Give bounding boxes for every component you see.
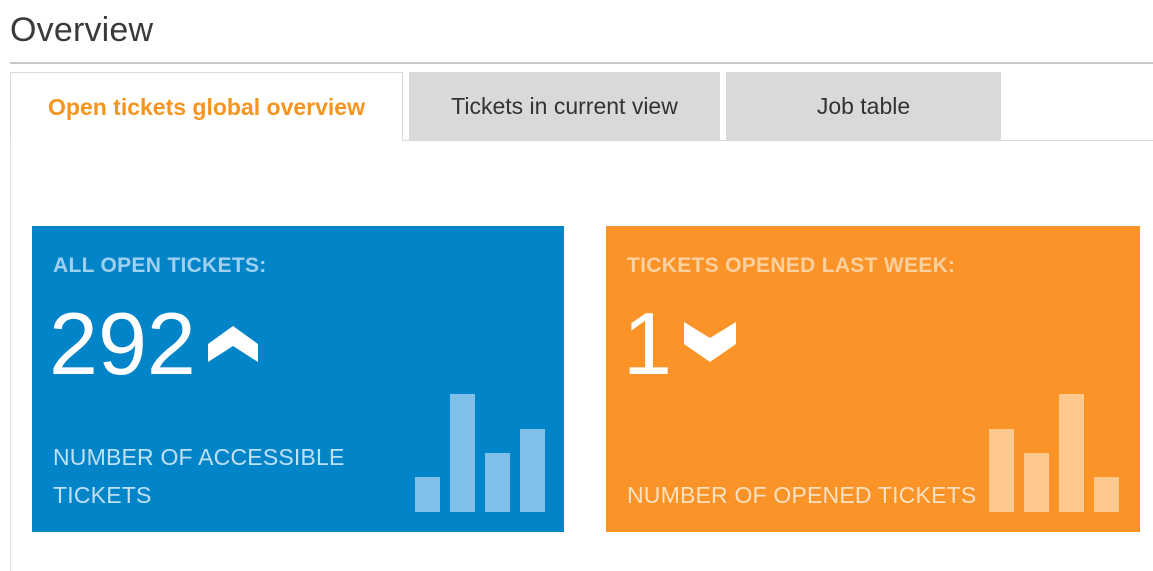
tab-open-tickets-global-overview[interactable]: Open tickets global overview [10, 72, 403, 141]
sparkline-bar [520, 429, 545, 512]
card-value: 1 [623, 294, 672, 393]
sparkline-bars [415, 394, 545, 512]
card-footer: NUMBER OF OPENED TICKETS [627, 482, 977, 508]
all-open-tickets-card[interactable]: ALL OPEN TICKETS: 292 NUMBER OF ACCESSIB… [32, 226, 564, 532]
sparkline-bar [1059, 394, 1084, 512]
chevron-down-icon [683, 321, 736, 367]
card-footer: NUMBER OF ACCESSIBLE TICKETS [53, 444, 345, 508]
title-divider [10, 62, 1153, 64]
card-heading: ALL OPEN TICKETS: [53, 254, 267, 277]
sparkline-bar [485, 453, 510, 512]
sparkline-bar [415, 477, 440, 512]
sparkline-bar [450, 394, 475, 512]
tab-bar: Open tickets global overview Tickets in … [10, 72, 1153, 141]
sparkline-bars [989, 394, 1119, 512]
sparkline-bar [1094, 477, 1119, 512]
sparkline-bar [989, 429, 1014, 512]
card-value-row: 1 [623, 296, 736, 392]
card-value-row: 292 [49, 296, 258, 392]
panel-border [10, 140, 11, 571]
card-value: 292 [49, 294, 196, 393]
tickets-opened-last-week-card[interactable]: TICKETS OPENED LAST WEEK: 1 NUMBER OF OP… [606, 226, 1140, 532]
sparkline-bar [1024, 453, 1049, 512]
tab-job-table[interactable]: Job table [726, 72, 1001, 140]
tab-bar-divider [403, 140, 1153, 141]
tab-tickets-in-current-view[interactable]: Tickets in current view [409, 72, 720, 140]
chevron-up-icon [207, 322, 258, 367]
page-title: Overview [10, 11, 154, 49]
card-heading: TICKETS OPENED LAST WEEK: [627, 254, 956, 277]
